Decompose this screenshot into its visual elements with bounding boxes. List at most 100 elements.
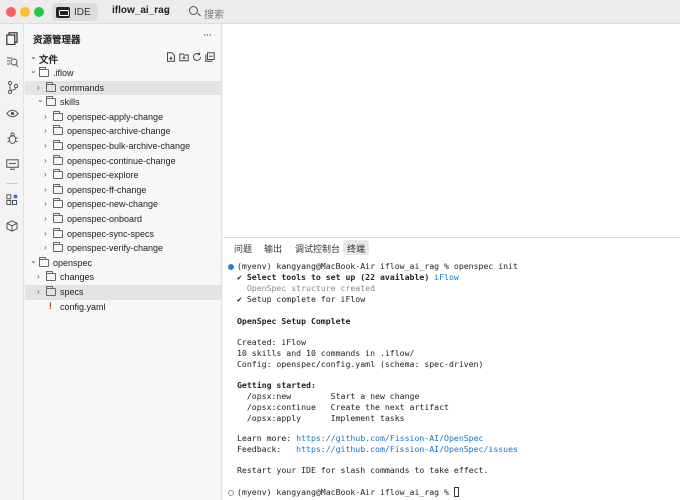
tree-folder-item[interactable]: › specs [25,285,222,300]
tree-folder-item[interactable]: › commands [25,80,222,96]
terminal-line: Feedback: https://github.com/Fission-AI/… [237,444,518,454]
tree-item-label: openspec-sync-specs [67,228,155,239]
tree-item-label: openspec [53,257,93,268]
terminal-line: OpenSpec Setup Complete [237,316,351,326]
project-name[interactable]: iflow_ai_rag [112,5,170,16]
folder-icon [53,183,63,194]
tree-folder-item[interactable]: › openspec-continue-change [25,154,222,169]
folder-icon [39,256,49,267]
close-window-button[interactable] [6,7,16,17]
chevron-down-icon[interactable]: ⌄ [163,4,171,15]
tree-folder-item[interactable]: › openspec-onboard [25,212,222,227]
search-input[interactable]: 搜索 [204,6,224,21]
feedback-link[interactable]: https://github.com/Fission-AI/OpenSpec/i… [296,444,518,454]
tree-item-label: openspec-archive-change [67,126,171,137]
new-file-icon[interactable] [166,52,176,62]
chevron-right-icon[interactable]: › [37,83,40,92]
chevron-down-icon[interactable]: ⌄ [37,95,44,104]
tree-item-label: skills [60,97,80,108]
tree-folder-item[interactable]: › changes [25,270,222,285]
ide-button[interactable]: IDE [52,3,98,21]
chevron-down-icon[interactable]: ⌄ [30,256,37,265]
explorer-sidebar: 资源管理器 ··· ⌄ 文件 ⌄ .iflow › commands ⌄ skills › o… [25,24,222,500]
terminal-line: Learn more: https://github.com/Fission-A… [237,433,484,443]
chevron-right-icon[interactable]: › [44,156,47,165]
chevron-right-icon[interactable]: › [44,112,47,121]
collapse-all-icon[interactable] [205,52,215,62]
chevron-right-icon[interactable]: › [44,243,47,252]
search-files-icon[interactable] [0,52,24,72]
tree-folder-item[interactable]: ⌄ .iflow [25,66,222,81]
terminal-line: Getting started: [237,380,316,390]
tree-item-label: commands [60,82,105,93]
sidebar-title: 资源管理器 [33,35,81,46]
tree-item-label: openspec-ff-change [67,184,147,195]
tree-folder-item[interactable]: › openspec-new-change [25,197,222,212]
folder-icon [46,81,56,92]
tree-item-label: specs [60,287,84,297]
chevron-right-icon[interactable]: › [44,126,47,135]
terminal-line: (myenv) kangyang@MacBook-Air iflow_ai_ra… [228,261,518,272]
chevron-right-icon[interactable]: › [44,141,47,150]
files-section-header[interactable]: ⌄ 文件 [25,51,222,66]
terminal-line: OpenSpec structure created [237,283,376,293]
extensions-icon[interactable] [0,190,24,210]
refresh-icon[interactable] [192,52,202,62]
tree-folder-item[interactable]: › openspec-explore [25,168,222,183]
folder-icon [46,271,56,282]
chevron-right-icon[interactable]: › [44,229,47,238]
prompt-status-dot [228,490,234,496]
tree-folder-item[interactable]: › openspec-sync-specs [25,227,222,242]
terminal-line: Created: iFlow [237,337,307,347]
folder-icon [53,213,63,223]
chevron-right-icon[interactable]: › [44,170,47,179]
tab-debug-console[interactable]: 调试控制台 [291,240,344,255]
search-icon[interactable] [189,6,198,15]
tree-folder-item[interactable]: › openspec-verify-change [25,241,222,256]
learn-more-link[interactable]: https://github.com/Fission-AI/OpenSpec [296,433,483,443]
tree-file-item[interactable]: ! config.yaml [25,300,222,315]
tree-folder-item[interactable]: › openspec-bulk-archive-change [25,139,222,154]
chevron-right-icon[interactable]: › [37,272,40,281]
folder-icon [53,140,63,150]
terminal-prompt-line[interactable]: (myenv) kangyang@MacBook-Air iflow_ai_ra… [228,487,459,498]
chevron-right-icon[interactable]: › [44,199,47,208]
tree-folder-item[interactable]: › openspec-apply-change [25,110,222,125]
terminal-line: /opsx:apply Implement tasks [237,413,405,423]
files-section-label: 文件 [39,55,59,66]
command-status-dot [228,264,234,270]
tree-folder-item[interactable]: › openspec-ff-change [25,183,222,198]
terminal-line: ✔ Select tools to set up (22 available) … [237,272,459,282]
new-folder-icon[interactable] [179,52,189,62]
tree-item-label: openspec-new-change [67,199,159,210]
panel-tabs: 问题 输出 调试控制台 终端 [223,238,680,257]
more-actions-icon[interactable]: ··· [203,29,212,41]
terminal-line: 10 skills and 10 commands in .iflow/ [237,348,415,358]
editor-area[interactable] [223,24,680,237]
source-control-icon[interactable] [0,77,24,97]
package-icon[interactable] [0,216,24,236]
chevron-right-icon[interactable]: › [44,214,47,223]
maximize-window-button[interactable] [34,7,44,17]
folder-icon [53,110,63,121]
chevron-down-icon[interactable]: ⌄ [30,66,37,75]
chevron-right-icon[interactable]: › [44,185,47,194]
tree-folder-item[interactable]: ⌄ openspec [25,256,222,271]
chevron-down-icon: ⌄ [30,52,37,61]
tab-problems[interactable]: 问题 [230,240,256,255]
terminal-line: ✔ Setup complete for iFlow [237,294,366,304]
tree-item-label: .iflow [53,68,74,78]
explorer-icon[interactable] [0,28,24,48]
debug-icon[interactable] [0,128,24,148]
tab-output[interactable]: 输出 [260,240,286,255]
tree-item-label: changes [60,272,95,283]
tree-folder-item[interactable]: ⌄ skills [25,95,222,110]
tab-terminal[interactable]: 终端 [343,240,370,255]
chevron-right-icon[interactable]: › [37,287,40,296]
minimize-window-button[interactable] [20,7,30,17]
preview-eye-icon[interactable] [0,103,24,123]
tree-item-label: openspec-apply-change [67,111,164,122]
yaml-file-icon: ! [49,300,52,311]
tree-folder-item[interactable]: › openspec-archive-change [25,124,222,139]
remote-monitor-icon[interactable] [0,154,24,174]
